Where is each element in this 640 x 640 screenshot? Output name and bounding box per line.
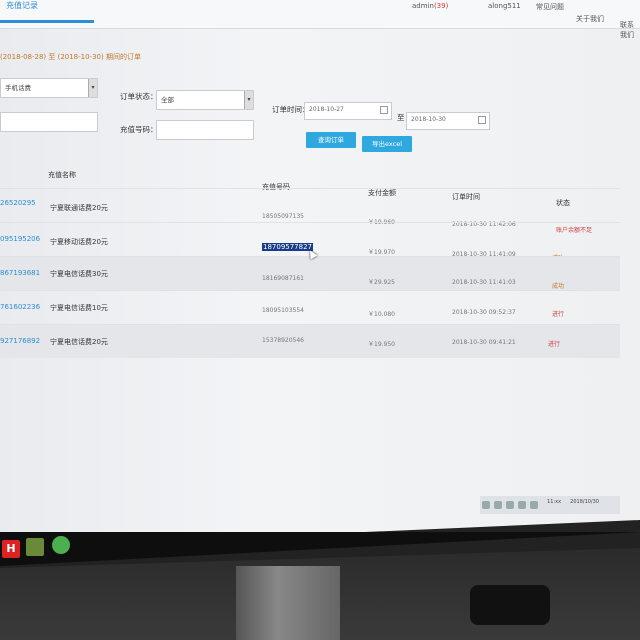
phone-label: 充值号码： bbox=[120, 125, 158, 134]
product-name: 宁夏移动话费20元 bbox=[50, 238, 108, 246]
wechat-icon[interactable] bbox=[52, 536, 70, 554]
chevron-down-icon: ▾ bbox=[244, 91, 253, 109]
date-range-crumb: (2018-08-28) 至 (2018-10-30) 期间的订单 bbox=[0, 53, 141, 61]
table-row[interactable]: 927176892 宁夏电信话费20元 15378920546 ￥19.950 … bbox=[0, 324, 620, 358]
tray-icon[interactable] bbox=[506, 501, 514, 509]
amount: ￥29.925 bbox=[368, 279, 395, 286]
amount: ￥19.950 bbox=[368, 341, 395, 348]
tray-icon[interactable] bbox=[518, 501, 526, 509]
order-time: 2018-10-30 09:52:37 bbox=[452, 309, 516, 316]
nav-item-faq[interactable]: 常见问题 bbox=[536, 2, 564, 12]
app-h-icon[interactable]: H bbox=[2, 540, 20, 558]
order-time: 2018-10-30 11:41:03 bbox=[452, 279, 516, 286]
monitor-stand bbox=[236, 566, 340, 640]
order-time: 2018-10-30 09:41:21 bbox=[452, 339, 516, 346]
table-row[interactable]: 761602236 宁夏电信话费10元 18095103554 ￥10.080 … bbox=[0, 290, 620, 324]
image-app-icon[interactable] bbox=[26, 538, 44, 556]
amount: ￥10.080 bbox=[368, 311, 395, 318]
monitor-screen: 充值记录 admin(39) along511 常见问题 关于我们 联系我们 (… bbox=[0, 0, 640, 548]
export-excel-button[interactable]: 导出excel bbox=[362, 136, 412, 152]
date-from-input[interactable]: 2018-10-27 bbox=[304, 102, 392, 120]
table-row[interactable]: 26520295 宁夏联通话费20元 18505097135 ￥19.960 2… bbox=[0, 188, 620, 234]
chevron-down-icon: ▾ bbox=[88, 79, 97, 97]
phone-input[interactable] bbox=[156, 120, 254, 140]
date-to-input[interactable]: 2018-10-30 bbox=[406, 112, 490, 130]
product-select[interactable]: 手机话费 ▾ bbox=[0, 78, 98, 98]
date-separator: 至 bbox=[397, 113, 405, 122]
order-id[interactable]: 761602236 bbox=[0, 303, 40, 311]
order-id[interactable]: 095195206 bbox=[0, 235, 40, 243]
phone-number: 15378920546 bbox=[262, 337, 304, 344]
product-name: 宁夏电信话费30元 bbox=[50, 270, 108, 278]
status-select[interactable]: 全部 ▾ bbox=[156, 90, 254, 110]
order-id[interactable]: 867193681 bbox=[0, 269, 40, 277]
tray-icon[interactable] bbox=[494, 501, 502, 509]
keys-object bbox=[470, 585, 550, 625]
top-bar: 充值记录 admin(39) along511 常见问题 关于我们 联系我们 bbox=[0, 0, 640, 39]
system-tray: 11:xx 2018/10/30 bbox=[480, 496, 620, 514]
nav-account[interactable]: along511 bbox=[488, 2, 521, 10]
amount: ￥19.970 bbox=[368, 249, 395, 256]
header-name: 充值名称 bbox=[48, 171, 76, 179]
phone-number-selected[interactable]: 18709577827 bbox=[262, 243, 313, 251]
order-id[interactable]: 26520295 bbox=[0, 199, 36, 207]
status-badge: 进行 bbox=[548, 341, 561, 348]
status-label: 订单状态： bbox=[120, 92, 158, 101]
phone-number: 18095103554 bbox=[262, 307, 304, 314]
nav-item-contact[interactable]: 联系我们 bbox=[620, 20, 640, 40]
product-name: 宁夏联通话费20元 bbox=[50, 204, 108, 212]
calendar-icon bbox=[380, 106, 388, 114]
phone-number: 18169087161 bbox=[262, 275, 304, 282]
product-name: 宁夏电信话费10元 bbox=[50, 304, 108, 312]
tray-icon[interactable] bbox=[482, 501, 490, 509]
table-row[interactable]: 867193681 宁夏电信话费30元 18169087161 ￥29.925 … bbox=[0, 256, 620, 290]
tray-icon[interactable] bbox=[530, 501, 538, 509]
nav-user[interactable]: admin(39) bbox=[412, 2, 448, 10]
search-orders-button[interactable]: 查询订单 bbox=[306, 132, 356, 148]
order-id[interactable]: 927176892 bbox=[0, 337, 40, 345]
status-badge: 成功 bbox=[552, 283, 565, 290]
account-input[interactable] bbox=[0, 112, 98, 132]
nav-item-about[interactable]: 关于我们 bbox=[576, 14, 604, 24]
phone-number: 18505097135 bbox=[262, 213, 304, 220]
clock-date: 2018/10/30 bbox=[570, 499, 599, 505]
clock-time: 11:xx bbox=[547, 499, 562, 505]
calendar-icon bbox=[478, 116, 486, 124]
product-name: 宁夏电信话费20元 bbox=[50, 338, 108, 346]
status-badge: 进行 bbox=[552, 311, 565, 318]
tab-recharge-records[interactable]: 充值记录 bbox=[0, 0, 94, 23]
